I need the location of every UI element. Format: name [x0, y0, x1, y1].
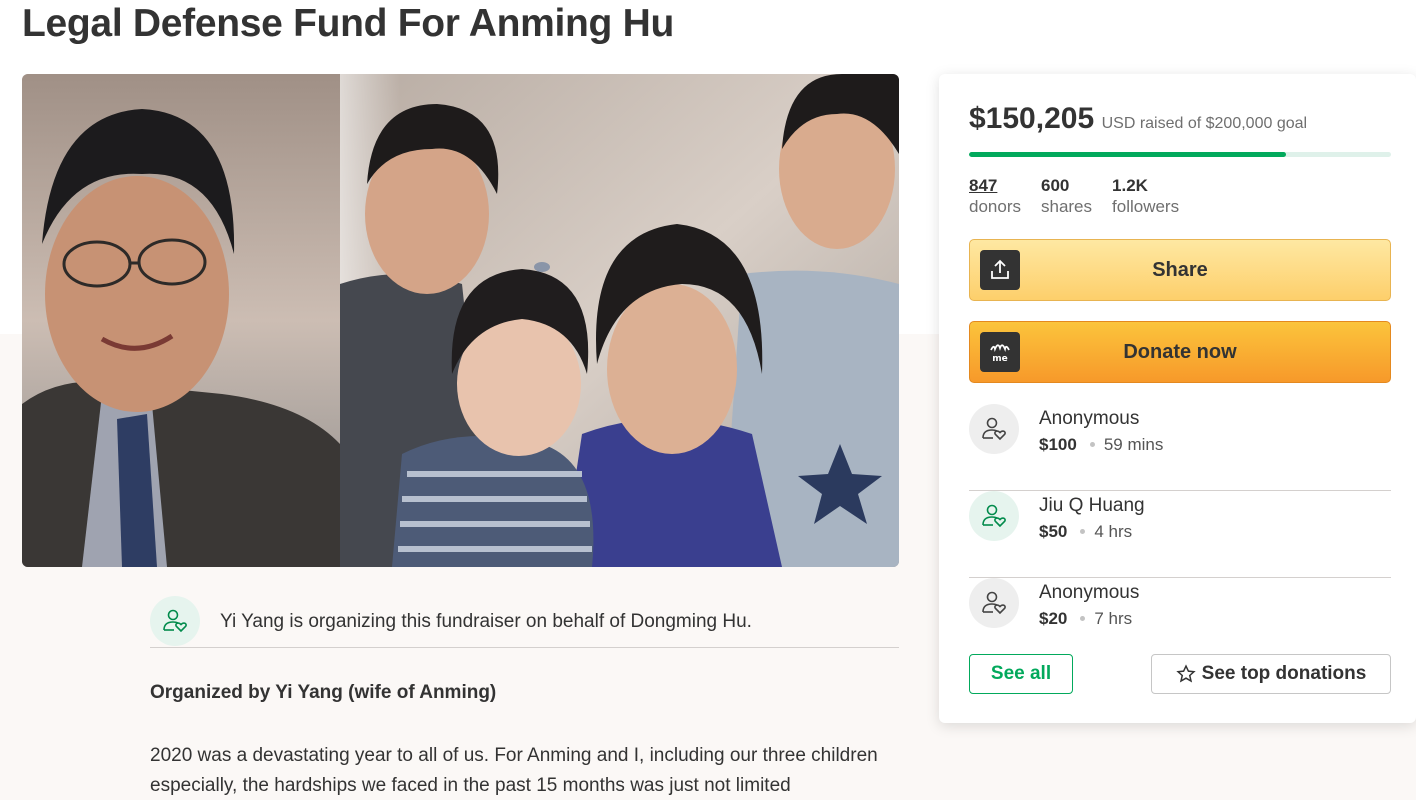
star-icon: [1175, 664, 1196, 683]
see-top-donations-button[interactable]: See top donations: [1151, 654, 1391, 694]
see-top-donations-label: See top donations: [1201, 663, 1367, 684]
donor-name: Anonymous: [1039, 582, 1140, 603]
progress-bar-fill: [969, 152, 1286, 157]
donation-time: 7 hrs: [1094, 609, 1133, 628]
stat-followers: 1.2K followers: [1112, 176, 1179, 217]
donation-item: Jiu Q Huang $50 4 hrs: [969, 491, 1391, 578]
goal-text: USD raised of $200,000 goal: [1101, 115, 1308, 132]
donation-amount: $100: [1039, 435, 1077, 454]
campaign-stats: 847 donors 600 shares 1.2K followers: [969, 176, 1199, 217]
stat-shares: 600 shares: [1041, 176, 1092, 217]
svg-text:me: me: [992, 354, 1007, 364]
shares-label: shares: [1040, 197, 1093, 216]
organizer-text: Yi Yang is organizing this fundraiser on…: [220, 611, 752, 632]
stat-donors[interactable]: 847 donors: [969, 176, 1021, 217]
share-button[interactable]: Share: [969, 239, 1391, 301]
donate-button-label: Donate now: [1123, 340, 1237, 363]
see-all-button[interactable]: See all: [969, 654, 1073, 694]
organizer-row: Yi Yang is organizing this fundraiser on…: [150, 596, 899, 648]
story-text: 2020 was a devastating year to all of us…: [150, 745, 878, 796]
shares-count: 600: [1040, 176, 1070, 195]
user-heart-icon: [969, 578, 1019, 628]
progress-bar: [969, 152, 1391, 157]
user-heart-icon: [969, 404, 1019, 454]
donation-item: Anonymous $20 7 hrs: [969, 578, 1391, 665]
organized-by-heading: Organized by Yi Yang (wife of Anming): [150, 682, 497, 703]
donation-time: 4 hrs: [1094, 522, 1133, 541]
donation-amount: $50: [1039, 522, 1068, 541]
donors-label: donors: [969, 197, 1021, 216]
raised-amount: $150,205: [969, 102, 1095, 135]
separator-dot: [1089, 441, 1095, 447]
family-photo-image: [22, 74, 899, 567]
upload-share-icon: [980, 250, 1020, 290]
campaign-hero-photo[interactable]: [22, 74, 899, 567]
user-heart-icon: [969, 491, 1019, 541]
donation-sidebar: $150,205 USD raised of $200,000 goal 847…: [939, 74, 1416, 723]
donation-time: 59 mins: [1103, 435, 1164, 454]
donor-name: Jiu Q Huang: [1039, 495, 1145, 516]
followers-label: followers: [1112, 197, 1180, 216]
donate-now-button[interactable]: me Donate now: [969, 321, 1391, 383]
followers-count: 1.2K: [1112, 176, 1148, 195]
user-heart-icon: [150, 596, 200, 646]
donors-count[interactable]: 847: [969, 176, 1021, 196]
campaign-title: Legal Defense Fund For Anming Hu: [22, 2, 674, 45]
amount-raised: $150,205 USD raised of $200,000 goal: [969, 102, 1307, 136]
separator-dot: [1080, 615, 1086, 621]
gofundme-logo-icon: me: [980, 332, 1020, 372]
separator-dot: [1080, 528, 1086, 534]
donation-amount: $20: [1039, 609, 1068, 628]
share-button-label: Share: [1152, 258, 1208, 281]
donor-name: Anonymous: [1039, 408, 1140, 429]
donation-item: Anonymous $100 59 mins: [969, 404, 1391, 491]
